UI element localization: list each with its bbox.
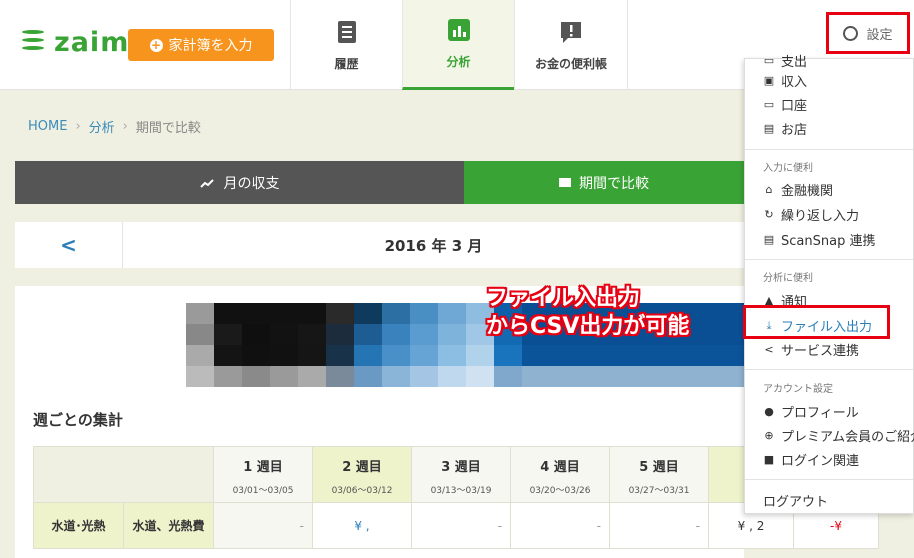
- menu-item-institutions[interactable]: ⌂ 金融機関: [763, 180, 834, 199]
- tab-monthly-balance-label: 月の収支: [223, 175, 280, 192]
- user-icon: ●: [764, 405, 774, 418]
- week-header: 5 週目 03/27〜03/31: [609, 446, 709, 503]
- lock-icon: ■: [763, 453, 775, 466]
- add-entry-button[interactable]: + 家計簿を入力: [128, 29, 274, 61]
- tab-history[interactable]: 履歴: [290, 0, 402, 90]
- table-corner: [33, 446, 214, 503]
- tab-period-compare[interactable]: 期間で比較: [464, 161, 744, 204]
- wallet-icon: ▣: [763, 74, 775, 87]
- settings-dropdown-menu: ▭ 支出 ▣ 収入 ▭ 口座 ▤ お店 入力に便利 ⌂ 金融機関 ↻ 繰り返し入力 ▤ Sca…: [744, 54, 914, 514]
- menu-item-login[interactable]: ■ ログイン関連: [763, 450, 859, 469]
- menu-item-account[interactable]: ▭ 口座: [763, 95, 807, 114]
- menu-item-logout[interactable]: ログアウト: [763, 491, 828, 510]
- tab-analysis[interactable]: 分析: [402, 0, 514, 90]
- menu-item-profile[interactable]: ● プロフィール: [763, 402, 859, 421]
- tab-analysis-label: 分析: [446, 55, 471, 69]
- bar-chart-icon: [447, 19, 470, 41]
- table-cell: -: [213, 502, 313, 549]
- receipt-icon: ▭: [763, 54, 775, 67]
- prev-month-button[interactable]: <: [15, 222, 123, 268]
- table-icon: [559, 178, 571, 187]
- share-icon: <: [764, 343, 774, 356]
- annotation-line1: ファイル入出力: [486, 286, 641, 311]
- settings-label: 設定: [866, 27, 893, 43]
- book-icon: [337, 20, 356, 43]
- chevron-right-icon: ›: [75, 119, 81, 134]
- avatar-icon: [843, 25, 859, 41]
- table-cell: -: [609, 502, 709, 549]
- alert-icon: [561, 21, 581, 43]
- table-cell: ¥ ,: [312, 502, 412, 549]
- coin-stack-icon: [18, 26, 48, 58]
- current-month: 2016 年 3 月: [384, 236, 483, 255]
- menu-item-services[interactable]: < サービス連携: [763, 340, 859, 359]
- logo-text: zaim: [54, 26, 130, 58]
- menu-section-account: アカウント設定: [763, 384, 833, 395]
- breadcrumb: HOME › 分析 › 期間で比較: [28, 117, 201, 136]
- menu-item-scansnap[interactable]: ▤ ScanSnap 連携: [763, 230, 876, 249]
- weekly-summary-title: 週ごとの集計: [33, 411, 123, 429]
- zaim-logo[interactable]: zaim: [18, 26, 129, 58]
- menu-divider: [745, 369, 914, 370]
- annotation-callout: ファイル入出力 からCSV出力が可能: [486, 285, 689, 341]
- menu-item-premium[interactable]: ⊕ プレミアム会員のご紹介: [763, 426, 914, 445]
- week-header: 4 週目 03/20〜03/26: [510, 446, 610, 503]
- menu-item-recurring[interactable]: ↻ 繰り返し入力: [763, 205, 859, 224]
- printer-icon: ▤: [763, 233, 775, 246]
- shop-icon: ▤: [763, 122, 775, 135]
- month-selector: < 2016 年 3 月: [15, 222, 744, 268]
- menu-item-income[interactable]: ▣ 収入: [763, 71, 807, 90]
- trend-up-icon: [199, 178, 214, 188]
- tab-history-label: 履歴: [334, 56, 359, 71]
- menu-divider: [745, 149, 914, 150]
- tab-money-guide-label: お金の便利帳: [534, 56, 607, 71]
- menu-section-input: 入力に便利: [763, 163, 813, 174]
- refresh-icon: ↻: [764, 208, 774, 221]
- breadcrumb-current: 期間で比較: [135, 121, 201, 136]
- chevron-right-icon: ›: [122, 119, 128, 134]
- table-cell: -: [411, 502, 511, 549]
- menu-item-expense[interactable]: ▭ 支出: [763, 51, 807, 70]
- category-cell: 水道･光熱: [33, 502, 124, 549]
- menu-divider: [745, 479, 914, 480]
- menu-item-shop[interactable]: ▤ お店: [763, 119, 807, 138]
- table-cell: -: [510, 502, 610, 549]
- tab-monthly-balance[interactable]: 月の収支: [15, 161, 464, 204]
- tab-period-compare-label: 期間で比較: [579, 175, 649, 192]
- settings-button[interactable]: 設定: [826, 12, 910, 54]
- breadcrumb-analysis[interactable]: 分析: [89, 117, 115, 136]
- breadcrumb-home[interactable]: HOME: [28, 119, 67, 134]
- menu-section-analysis: 分析に便利: [763, 273, 813, 284]
- file-io-highlight-box: [743, 305, 890, 339]
- week-header: 3 週目 03/13〜03/19: [411, 446, 511, 503]
- week-header: 2 週目 03/06〜03/12: [312, 446, 412, 503]
- week-header: 1 週目 03/01〜03/05: [213, 446, 313, 503]
- card-icon: ▭: [763, 98, 775, 111]
- chevron-left-icon: <: [60, 233, 77, 257]
- subcategory-cell: 水道、光熱費: [123, 502, 214, 549]
- add-entry-label: 家計簿を入力: [168, 38, 253, 54]
- tab-money-guide[interactable]: お金の便利帳: [514, 0, 628, 90]
- plus-icon: +: [149, 37, 163, 52]
- annotation-line2: からCSV出力が可能: [486, 314, 690, 339]
- bank-icon: ⌂: [765, 183, 773, 196]
- menu-divider: [745, 259, 914, 260]
- plus-circle-icon: ⊕: [764, 429, 774, 442]
